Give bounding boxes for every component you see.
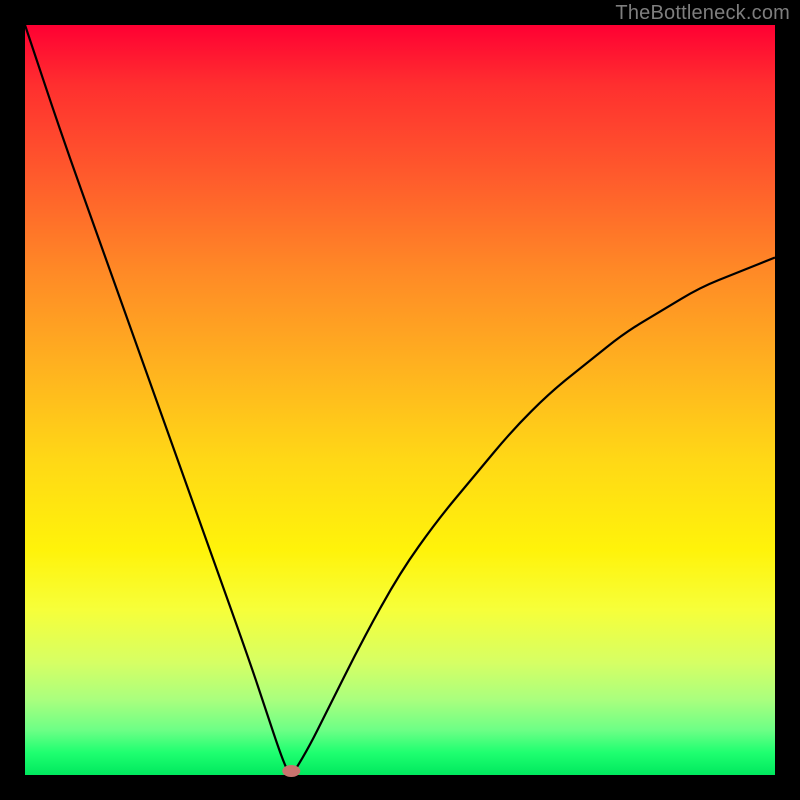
watermark-text: TheBottleneck.com <box>615 2 790 25</box>
chart-frame: TheBottleneck.com <box>0 0 800 800</box>
minimum-marker <box>282 765 300 777</box>
curve-path <box>25 25 775 774</box>
plot-svg <box>25 25 775 775</box>
plot-area <box>25 25 775 775</box>
